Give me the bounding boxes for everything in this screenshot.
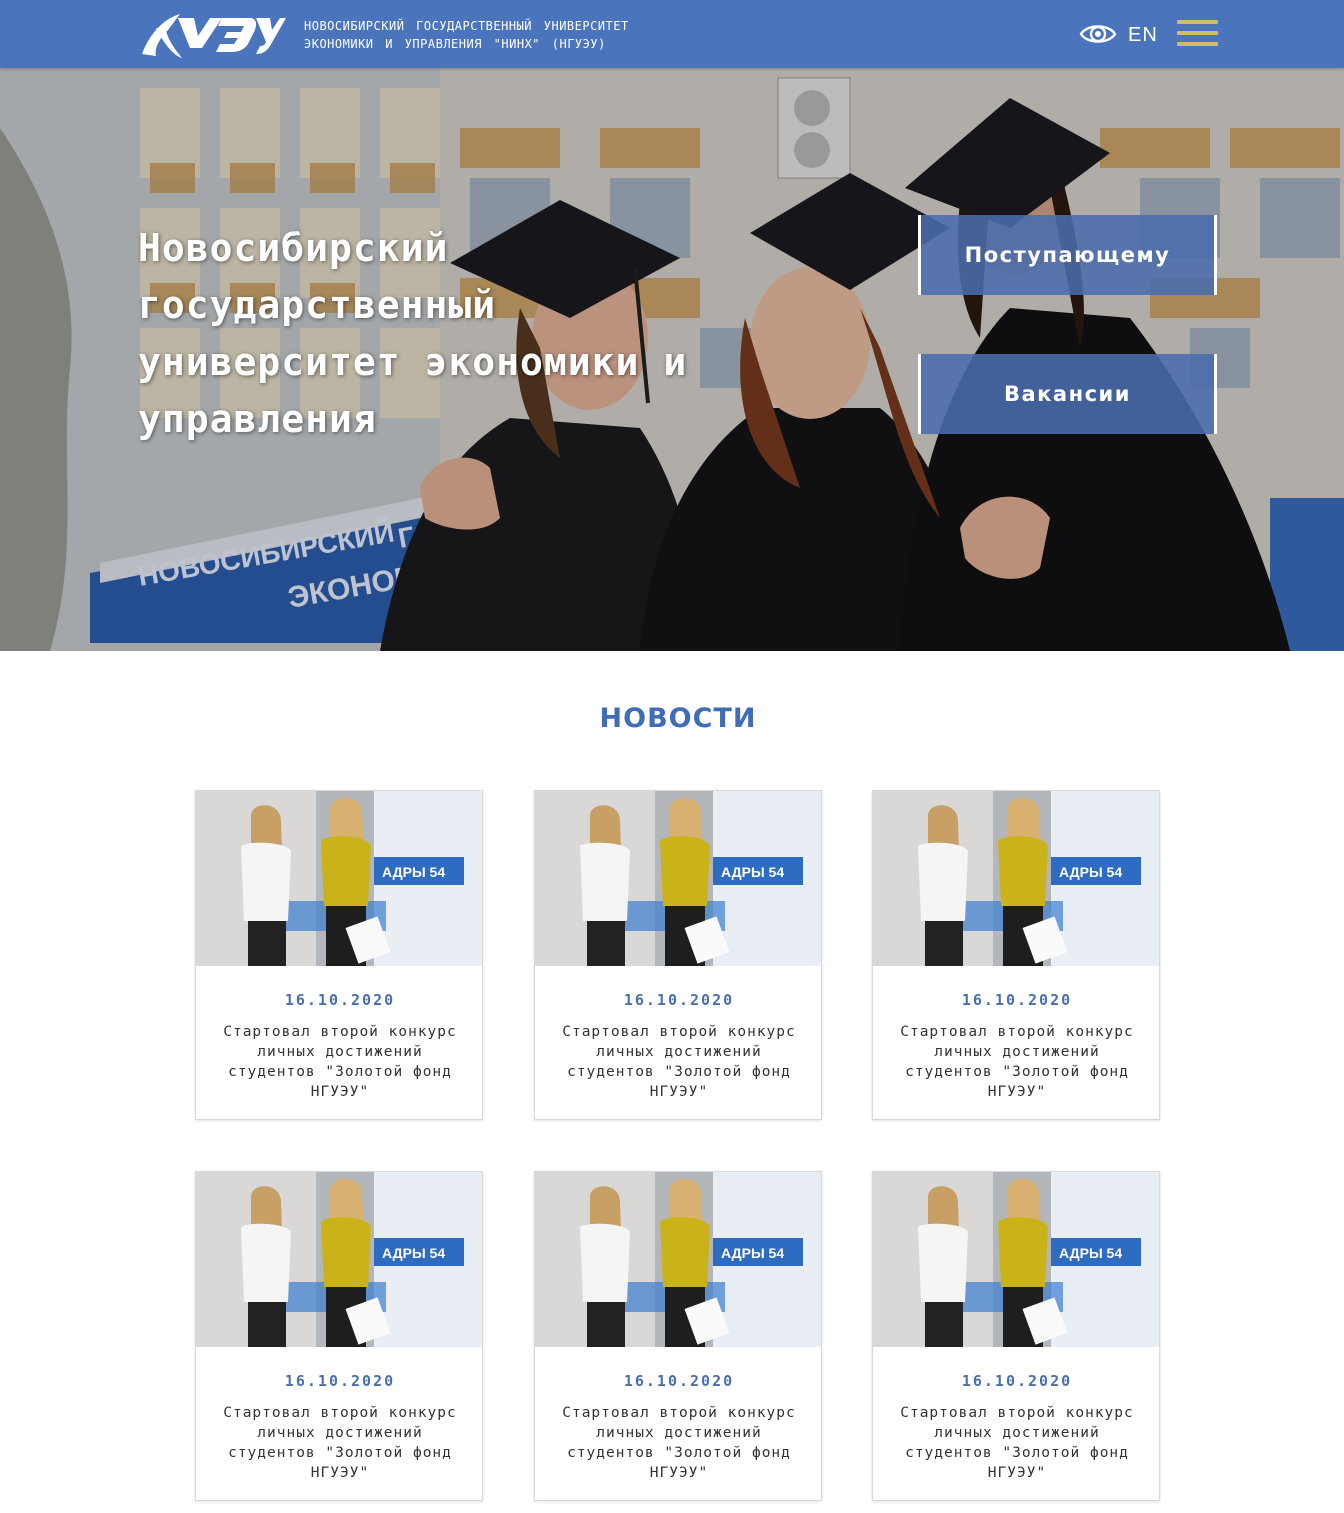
hero-title: Новосибирский государственный университе…	[138, 226, 688, 441]
news-date: 16.10.2020	[961, 991, 1073, 1009]
news-date: 16.10.2020	[284, 991, 396, 1009]
news-photo: АДРЫ 54	[873, 1172, 1159, 1347]
hero-banner: НОВОСИБИРСКИЙ ЭКОНОМИ ГО Новосибирский г…	[0, 68, 1344, 651]
news-headline[interactable]: Стартовал второй конкурс личных достижен…	[891, 1403, 1143, 1483]
news-headline[interactable]: Стартовал второй конкурс личных достижен…	[553, 1403, 805, 1483]
news-headline[interactable]: Стартовал второй конкурс личных достижен…	[214, 1403, 466, 1483]
vacancies-button[interactable]: Вакансии	[918, 354, 1217, 434]
news-section-title: НОВОСТИ	[599, 703, 757, 734]
news-card[interactable]: АДРЫ 54 16.10.2020 Стартовал второй конк…	[534, 790, 822, 1120]
hamburger-menu-icon[interactable]	[1177, 18, 1219, 50]
news-photo: АДРЫ 54	[196, 1172, 482, 1347]
news-date: 16.10.2020	[961, 1372, 1073, 1390]
news-card[interactable]: АДРЫ 54 16.10.2020 Стартовал второй конк…	[534, 1171, 822, 1501]
news-headline[interactable]: Стартовал второй конкурс личных достижен…	[891, 1022, 1143, 1102]
banner-text: АДРЫ 54	[382, 864, 445, 880]
eye-icon[interactable]	[1079, 20, 1117, 48]
org-name-line-1: НОВОСИБИРСКИЙ ГОСУДАРСТВЕННЫЙ УНИВЕРСИТЕ…	[304, 19, 629, 33]
news-photo: АДРЫ 54	[196, 791, 482, 966]
news-photo: АДРЫ 54	[535, 791, 821, 966]
banner-text: АДРЫ 54	[721, 864, 784, 880]
banner-text: АДРЫ 54	[721, 1245, 784, 1261]
news-date: 16.10.2020	[284, 1372, 396, 1390]
banner-text: АДРЫ 54	[1059, 864, 1122, 880]
news-photo: АДРЫ 54	[535, 1172, 821, 1347]
site-header: НОВОСИБИРСКИЙ ГОСУДАРСТВЕННЫЙ УНИВЕРСИТЕ…	[0, 0, 1344, 68]
news-photo: АДРЫ 54	[873, 791, 1159, 966]
language-switch[interactable]: EN	[1128, 24, 1158, 47]
news-headline[interactable]: Стартовал второй конкурс личных достижен…	[553, 1022, 805, 1102]
news-date: 16.10.2020	[623, 1372, 735, 1390]
news-headline[interactable]: Стартовал второй конкурс личных достижен…	[214, 1022, 466, 1102]
news-card[interactable]: АДРЫ 54 16.10.2020 Стартовал второй конк…	[872, 1171, 1160, 1501]
banner-text: АДРЫ 54	[1059, 1245, 1122, 1261]
news-card[interactable]: АДРЫ 54 16.10.2020 Стартовал второй конк…	[195, 1171, 483, 1501]
news-date: 16.10.2020	[623, 991, 735, 1009]
news-card[interactable]: АДРЫ 54 16.10.2020 Стартовал второй конк…	[195, 790, 483, 1120]
applicant-button[interactable]: Поступающему	[918, 215, 1217, 295]
org-name-line-2: ЭКОНОМИКИ И УПРАВЛЕНИЯ "НИНХ" (НГУЭУ)	[304, 37, 606, 51]
university-logo[interactable]	[138, 8, 286, 60]
news-card[interactable]: АДРЫ 54 16.10.2020 Стартовал второй конк…	[872, 790, 1160, 1120]
banner-text: АДРЫ 54	[382, 1245, 445, 1261]
org-name: НОВОСИБИРСКИЙ ГОСУДАРСТВЕННЫЙ УНИВЕРСИТЕ…	[304, 17, 629, 53]
